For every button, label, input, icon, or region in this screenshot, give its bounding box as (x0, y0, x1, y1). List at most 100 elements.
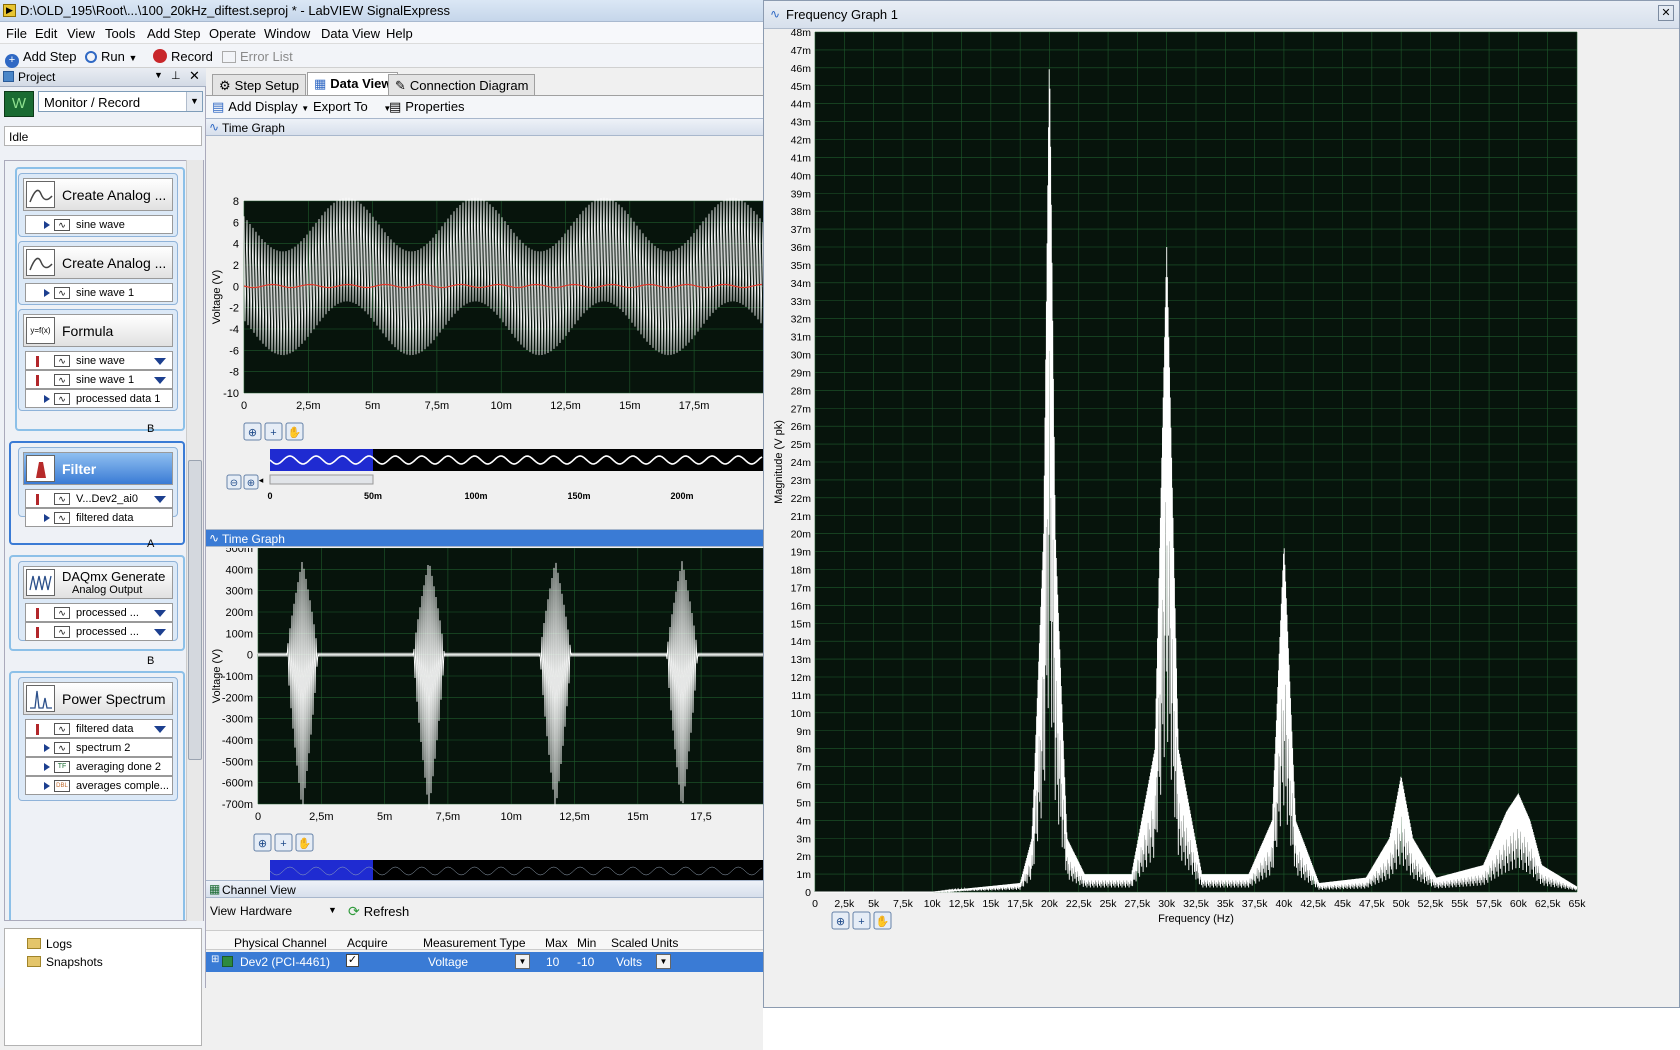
input-dropdown-icon[interactable] (154, 377, 166, 384)
signal-row[interactable]: ∿ filtered data (25, 508, 173, 527)
step-daqmx-generate[interactable]: DAQmx Generate Analog Output ∿ processed… (18, 561, 178, 641)
input-row[interactable]: ∿ filtered data (25, 719, 173, 738)
y-tick-label: 45m (791, 81, 812, 93)
close-icon[interactable]: ✕ (1658, 5, 1674, 21)
menu-help[interactable]: Help (386, 26, 413, 41)
tool-glyph: ⊕ (258, 838, 267, 850)
max-value: 10 (546, 955, 560, 969)
y-axis-label: Magnitude (V pk) (773, 420, 785, 504)
error-list-button[interactable]: Error List (222, 49, 293, 64)
mode-select[interactable]: Monitor / Record ▼ (38, 91, 203, 112)
signal-row[interactable]: ∿ sine wave (25, 215, 173, 234)
properties-button[interactable]: ▤ Properties (389, 99, 465, 115)
menu-add-step[interactable]: Add Step (147, 26, 201, 41)
tab-data-view[interactable]: ▦ Data View (307, 72, 399, 95)
step-header[interactable]: DAQmx Generate Analog Output (23, 566, 173, 599)
input-row[interactable]: ∿ processed ... (25, 622, 173, 641)
signal-row[interactable]: ∿ sine wave 1 (25, 283, 173, 302)
error-list-icon (222, 51, 236, 63)
output-arrow-icon (44, 744, 50, 752)
tab-connection-diagram[interactable]: ✎ Connection Diagram (388, 74, 536, 95)
signal-row[interactable]: ∿ spectrum 2 (25, 738, 173, 757)
menu-file[interactable]: File (6, 26, 27, 41)
menu-tools[interactable]: Tools (105, 26, 135, 41)
step-header[interactable]: Create Analog ... (23, 178, 173, 211)
step-header[interactable]: Create Analog ... (23, 246, 173, 279)
view-select[interactable]: Hardware ▼ (236, 901, 342, 921)
x-tick-label: 52,5k (1418, 898, 1444, 910)
menu-operate[interactable]: Operate (209, 26, 256, 41)
input-dropdown-icon[interactable] (154, 629, 166, 636)
export-to-button[interactable]: Export To ▼ (313, 99, 391, 114)
mode-dropdown-icon[interactable]: ▼ (186, 92, 202, 111)
menu-data-view[interactable]: Data View (321, 26, 380, 41)
pin-icon[interactable]: ⊥ (171, 69, 181, 82)
input-dropdown-icon[interactable] (154, 496, 166, 503)
channel-view-header[interactable]: ▦ Channel View (206, 880, 763, 898)
tool-glyph: ⊖ (230, 478, 238, 489)
x-tick-label: 12,5m (559, 811, 590, 823)
signal-row[interactable]: DBL averages comple... (25, 776, 173, 795)
step-header[interactable]: Power Spectrum (23, 682, 173, 715)
y-tick-label: 2m (796, 851, 811, 863)
scaled-units-dropdown-icon[interactable]: ▼ (656, 954, 671, 969)
input-row[interactable]: ∿ sine wave (25, 351, 173, 370)
menu-view[interactable]: View (67, 26, 95, 41)
step-list-scrollbar[interactable] (186, 160, 203, 921)
expand-icon[interactable]: ⊞ (211, 954, 219, 965)
error-list-label: Error List (240, 49, 293, 64)
tab-step-setup[interactable]: ⚙ Step Setup (212, 74, 306, 95)
x-tick-label: 50k (1393, 898, 1411, 910)
data-view-toolbar: ▤ Add Display ▼ Export To ▼ ▤ Properties (206, 96, 763, 118)
x-tick-label: 10k (924, 898, 942, 910)
y-tick-label: -6 (229, 345, 239, 357)
step-formula[interactable]: y=f(x) Formula ∿ sine wave ∿ sine wave 1 (18, 309, 178, 411)
x-tick-label: 57,5k (1476, 898, 1502, 910)
measurement-type-dropdown-icon[interactable]: ▼ (515, 954, 530, 969)
step-filter[interactable]: Filter ∿ V...Dev2_ai0 ∿ filtered data (18, 447, 178, 527)
channel-view-title: Channel View (222, 883, 296, 897)
step-create-analog-1[interactable]: Create Analog ... ∿ sine wave (18, 173, 178, 237)
overview-selection (270, 449, 373, 471)
signal-row[interactable]: TF averaging done 2 (25, 757, 173, 776)
run-dropdown-icon[interactable]: ▼ (128, 53, 137, 63)
y-tick-label: 14m (791, 636, 812, 648)
time-graph-1-header[interactable]: ∿ Time Graph (206, 118, 763, 136)
input-row[interactable]: ∿ processed ... (25, 603, 173, 622)
step-create-analog-2[interactable]: Create Analog ... ∿ sine wave 1 (18, 241, 178, 305)
step-header[interactable]: y=f(x) Formula (23, 314, 173, 347)
refresh-button[interactable]: ⟳ Refresh (348, 903, 409, 920)
channel-view-icon: ▦ (209, 882, 221, 896)
input-dropdown-icon[interactable] (154, 726, 166, 733)
tree-item-snapshots[interactable]: Snapshots (27, 955, 103, 969)
time-graph-2-header[interactable]: ∿ Time Graph (206, 529, 763, 547)
input-label: processed ... (76, 626, 139, 638)
x-tick-label: 62,5k (1535, 898, 1561, 910)
menu-edit[interactable]: Edit (35, 26, 57, 41)
scrollbar-thumb[interactable] (188, 460, 202, 760)
tree-item-logs[interactable]: Logs (27, 937, 72, 951)
export-to-label: Export To (313, 99, 368, 114)
x-tick-label: 22,5k (1066, 898, 1092, 910)
signal-label: averages comple... (76, 780, 169, 792)
x-tick-label: 17,5m (679, 400, 710, 412)
acquire-checkbox[interactable]: ✓ (346, 954, 359, 967)
input-row[interactable]: ∿ V...Dev2_ai0 (25, 489, 173, 508)
channel-row[interactable]: ⊞ Dev2 (PCI-4461) ✓ Voltage ▼ 10 -10 Vol… (206, 952, 763, 972)
chevron-down-icon[interactable]: ▼ (328, 905, 337, 915)
x-tick-label: 60k (1510, 898, 1528, 910)
step-power-spectrum[interactable]: Power Spectrum ∿ filtered data ∿ spectru… (18, 677, 178, 801)
menu-window[interactable]: Window (264, 26, 310, 41)
run-button[interactable]: Run ▼ (85, 49, 137, 64)
input-row[interactable]: ∿ sine wave 1 (25, 370, 173, 389)
panel-menu-icon[interactable]: ▼ (154, 70, 163, 80)
record-button[interactable]: Record (153, 49, 213, 64)
add-display-button[interactable]: ▤ Add Display ▼ (212, 99, 309, 115)
input-dropdown-icon[interactable] (154, 610, 166, 617)
step-header[interactable]: Filter (23, 452, 173, 485)
signal-row[interactable]: ∿ processed data 1 (25, 389, 173, 408)
input-dropdown-icon[interactable] (154, 358, 166, 365)
waveform-icon: ∿ (54, 493, 70, 505)
close-panel-icon[interactable]: ✕ (189, 68, 200, 84)
add-step-button[interactable]: + Add Step (5, 49, 77, 68)
